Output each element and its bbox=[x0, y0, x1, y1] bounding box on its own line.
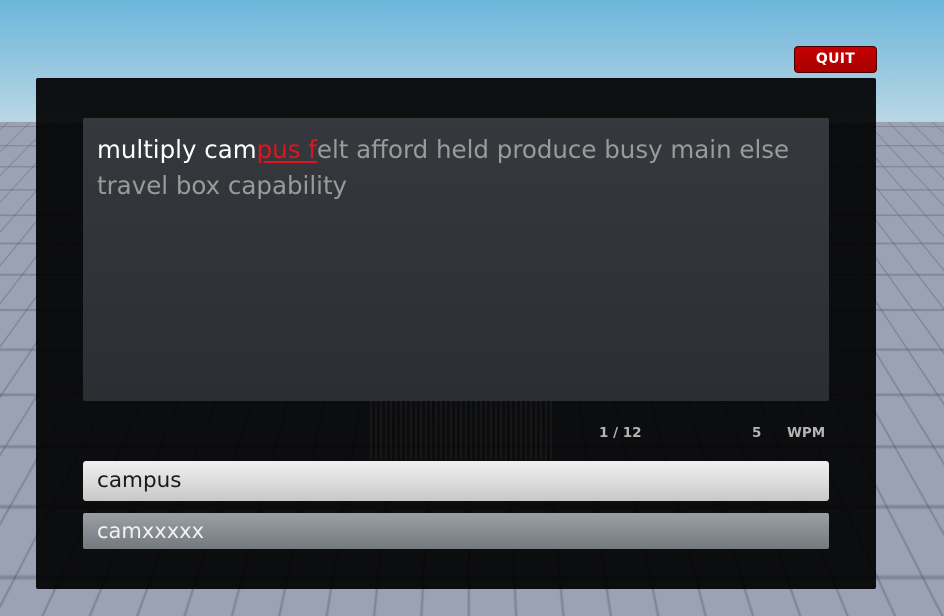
wpm-value: 5 bbox=[752, 425, 762, 441]
typing-input-field[interactable]: campus bbox=[83, 461, 829, 501]
typed-text: multiply cam bbox=[97, 135, 257, 164]
prompt-text-display: multiply campus felt afford held produce… bbox=[83, 118, 829, 401]
word-progress-counter: 1 / 12 bbox=[599, 425, 642, 441]
quit-button[interactable]: QUIT bbox=[794, 46, 877, 73]
error-text: pus f bbox=[256, 135, 317, 164]
typed-preview-field: camxxxxx bbox=[83, 513, 829, 549]
wpm-label: WPM bbox=[787, 425, 826, 441]
